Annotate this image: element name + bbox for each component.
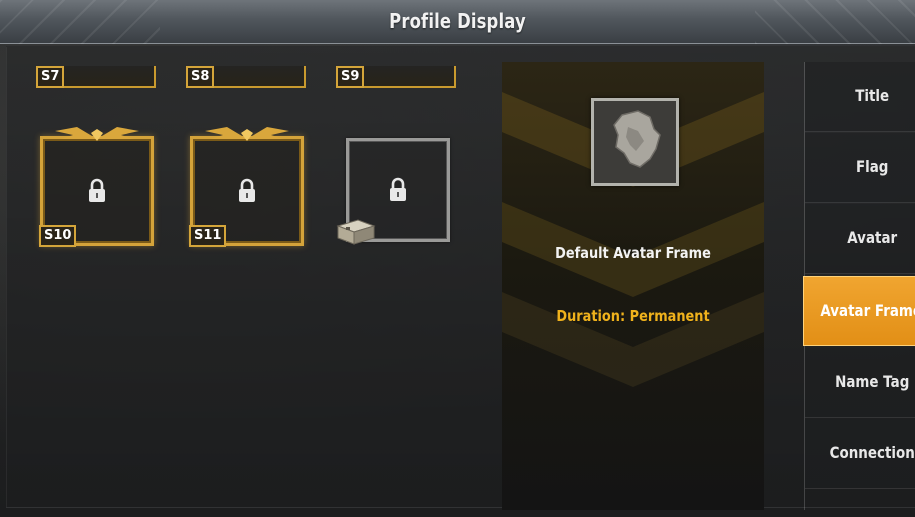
- wing-ornament-icon: [205, 127, 289, 141]
- menu-item-label: Avatar Frame: [820, 301, 915, 320]
- wing-ornament-icon: [55, 127, 139, 141]
- crate-icon: [336, 219, 376, 245]
- menu-item-avatar[interactable]: Avatar: [805, 204, 915, 274]
- season-badge: S10: [39, 225, 77, 247]
- menu-item-title[interactable]: Title: [805, 62, 915, 132]
- menu-item-name-tag[interactable]: Name Tag: [805, 348, 915, 418]
- frame-duration: Duration: Permanent: [556, 307, 710, 325]
- season-badge: S8: [186, 66, 215, 88]
- lock-icon: [239, 178, 255, 202]
- lock-icon: [390, 177, 406, 201]
- avatar-frame-preview: [591, 98, 679, 186]
- category-menu: Title Flag Avatar Avatar Frame Name Tag …: [803, 62, 915, 510]
- preview-panel: Default Avatar Frame Duration: Permanent: [502, 62, 764, 510]
- frame-slot-s7[interactable]: S7: [36, 66, 156, 88]
- page-title: Profile Display: [389, 9, 526, 33]
- menu-item-label: Flag: [855, 157, 889, 176]
- menu-item-flag[interactable]: Flag: [805, 133, 915, 203]
- frame-slot-s11[interactable]: S11: [189, 127, 304, 247]
- menu-item-connection[interactable]: Connection: [805, 419, 915, 489]
- frame-name: Default Avatar Frame: [555, 244, 711, 262]
- menu-item-label: Title: [855, 86, 890, 105]
- menu-item-label: Connection: [829, 443, 915, 462]
- lock-icon: [89, 178, 105, 202]
- frames-panel: [6, 46, 915, 508]
- season-badge: S7: [36, 66, 65, 88]
- menu-item-label: Name Tag: [835, 372, 910, 391]
- frame-slot-s9[interactable]: S9: [336, 66, 456, 88]
- frame-slot-s10[interactable]: S10: [39, 127, 154, 247]
- map-emblem-icon: [594, 101, 676, 183]
- season-badge: S11: [189, 225, 227, 247]
- season-badge: S9: [336, 66, 365, 88]
- menu-item-label: Avatar: [847, 228, 898, 247]
- header-bar: Profile Display: [0, 0, 915, 44]
- frame-slot-s8[interactable]: S8: [186, 66, 306, 88]
- menu-item-avatar-frame[interactable]: Avatar Frame: [803, 276, 915, 346]
